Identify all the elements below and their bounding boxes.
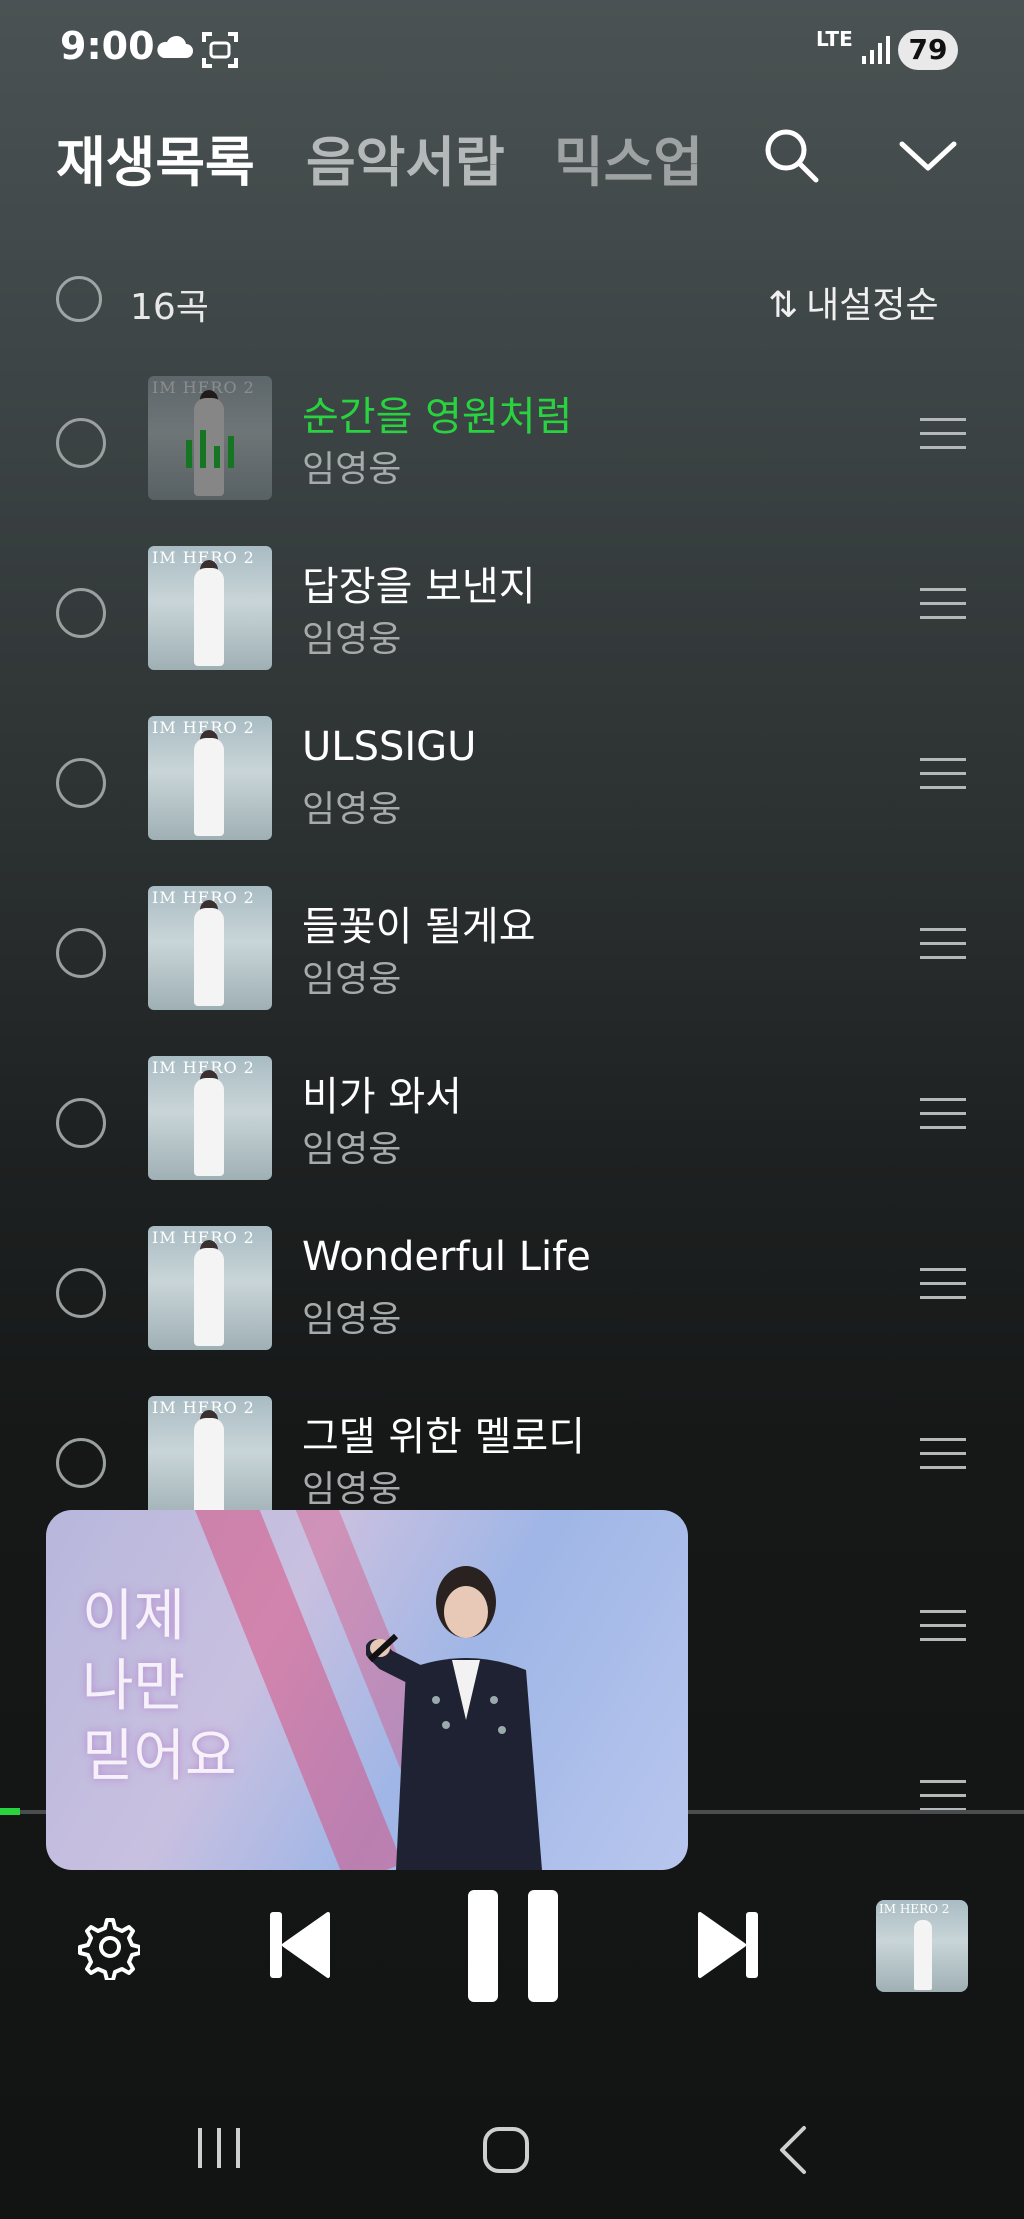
sort-icon: ⇅ bbox=[768, 285, 799, 326]
video-caption: 이제 나만 믿어요 bbox=[82, 1584, 237, 1789]
select-all-checkbox[interactable] bbox=[56, 276, 102, 322]
song-title: 순간을 영원처럼 bbox=[302, 394, 573, 440]
song-row[interactable]: IM HERO 2 ULSSIGU 임영웅 bbox=[0, 716, 1024, 886]
drag-handle-icon[interactable] bbox=[920, 588, 966, 622]
status-bar: 9:00 LTE 79 bbox=[0, 0, 1024, 100]
song-row[interactable]: IM HERO 2 순간을 영원처럼임영웅 bbox=[0, 376, 1024, 546]
song-row[interactable]: IM HERO 2 Wonderful Life 임영웅 bbox=[0, 1226, 1024, 1396]
album-art: IM HERO 2 bbox=[148, 886, 272, 1010]
album-art: IM HERO 2 bbox=[148, 1226, 272, 1350]
album-figure bbox=[194, 908, 224, 1006]
sort-button[interactable]: ⇅ 내설정순 bbox=[768, 276, 939, 328]
album-art-title: IM HERO 2 bbox=[879, 1902, 950, 1916]
album-figure bbox=[194, 568, 224, 666]
pause-button[interactable] bbox=[468, 1890, 558, 2002]
search-icon[interactable] bbox=[760, 124, 822, 186]
cloud-icon bbox=[157, 35, 193, 58]
song-row[interactable]: IM HERO 2 들꽃이 될게요임영웅 bbox=[0, 886, 1024, 1056]
album-figure bbox=[194, 1248, 224, 1346]
song-artist: 임영웅 bbox=[302, 1129, 402, 1170]
drag-handle-icon[interactable] bbox=[920, 1268, 966, 1302]
album-figure bbox=[194, 738, 224, 836]
album-art: IM HERO 2 bbox=[148, 1396, 272, 1520]
song-count: 16곡 bbox=[130, 287, 209, 328]
drag-handle-icon[interactable] bbox=[920, 1780, 966, 1814]
drag-handle-icon[interactable] bbox=[920, 1438, 966, 1472]
song-checkbox[interactable] bbox=[56, 758, 106, 808]
equalizer-icon bbox=[186, 428, 238, 468]
song-checkbox[interactable] bbox=[56, 928, 106, 978]
song-artist: 임영웅 bbox=[302, 1469, 402, 1510]
song-title: 답장을 보낸지 bbox=[302, 564, 536, 610]
song-title: 그댈 위한 멜로디 bbox=[302, 1414, 586, 1460]
signal-icon bbox=[862, 36, 890, 64]
tab-playlist[interactable]: 재생목록 bbox=[56, 118, 255, 197]
song-artist: 임영웅 bbox=[302, 619, 402, 660]
song-checkbox[interactable] bbox=[56, 588, 106, 638]
back-icon[interactable] bbox=[776, 2124, 810, 2176]
recent-apps-icon[interactable] bbox=[196, 2128, 242, 2168]
previous-track-button[interactable] bbox=[270, 1910, 332, 1980]
song-artist: 임영웅 bbox=[302, 789, 402, 830]
album-figure bbox=[194, 1078, 224, 1176]
album-figure bbox=[194, 1418, 224, 1516]
tab-music-drawer[interactable]: 음악서랍 bbox=[306, 118, 505, 197]
song-row[interactable]: IM HERO 2 비가 와서임영웅 bbox=[0, 1056, 1024, 1226]
now-playing-album-art[interactable]: IM HERO 2 bbox=[876, 1900, 968, 1992]
album-art: IM HERO 2 bbox=[148, 1056, 272, 1180]
drag-handle-icon[interactable] bbox=[920, 758, 966, 792]
progress-fill bbox=[0, 1808, 20, 1815]
song-title: 비가 와서 bbox=[302, 1074, 462, 1120]
network-label: LTE bbox=[816, 27, 853, 51]
song-checkbox[interactable] bbox=[56, 418, 106, 468]
drag-handle-icon[interactable] bbox=[920, 928, 966, 962]
song-artist: 임영웅 bbox=[302, 1299, 402, 1340]
sort-label: 내설정순 bbox=[806, 285, 939, 326]
song-checkbox[interactable] bbox=[56, 1438, 106, 1488]
settings-gear-icon[interactable] bbox=[74, 1914, 140, 1980]
song-title: Wonderful Life bbox=[302, 1234, 591, 1280]
album-art: IM HERO 2 bbox=[148, 716, 272, 840]
screenshot-icon bbox=[202, 32, 238, 68]
song-checkbox[interactable] bbox=[56, 1098, 106, 1148]
drag-handle-icon[interactable] bbox=[920, 1098, 966, 1132]
song-artist: 임영웅 bbox=[302, 959, 402, 1000]
song-checkbox[interactable] bbox=[56, 1268, 106, 1318]
home-icon[interactable] bbox=[482, 2126, 530, 2174]
status-time: 9:00 bbox=[60, 24, 155, 68]
battery-badge: 79 bbox=[898, 30, 958, 70]
drag-handle-icon[interactable] bbox=[920, 418, 966, 452]
song-artist: 임영웅 bbox=[302, 449, 402, 490]
song-title: ULSSIGU bbox=[302, 724, 477, 770]
video-overlay[interactable]: 이제 나만 믿어요 bbox=[46, 1510, 688, 1870]
next-track-button[interactable] bbox=[696, 1910, 758, 1980]
drag-handle-icon[interactable] bbox=[920, 1610, 966, 1644]
chevron-down-icon[interactable] bbox=[896, 130, 960, 182]
song-row[interactable]: IM HERO 2 답장을 보낸지임영웅 bbox=[0, 546, 1024, 716]
singer-figure bbox=[366, 1566, 542, 1870]
song-title: 들꽃이 될게요 bbox=[302, 904, 536, 950]
album-art: IM HERO 2 bbox=[148, 376, 272, 500]
tab-mixup[interactable]: 믹스업 bbox=[554, 118, 703, 197]
album-art: IM HERO 2 bbox=[148, 546, 272, 670]
album-figure bbox=[914, 1920, 932, 1990]
